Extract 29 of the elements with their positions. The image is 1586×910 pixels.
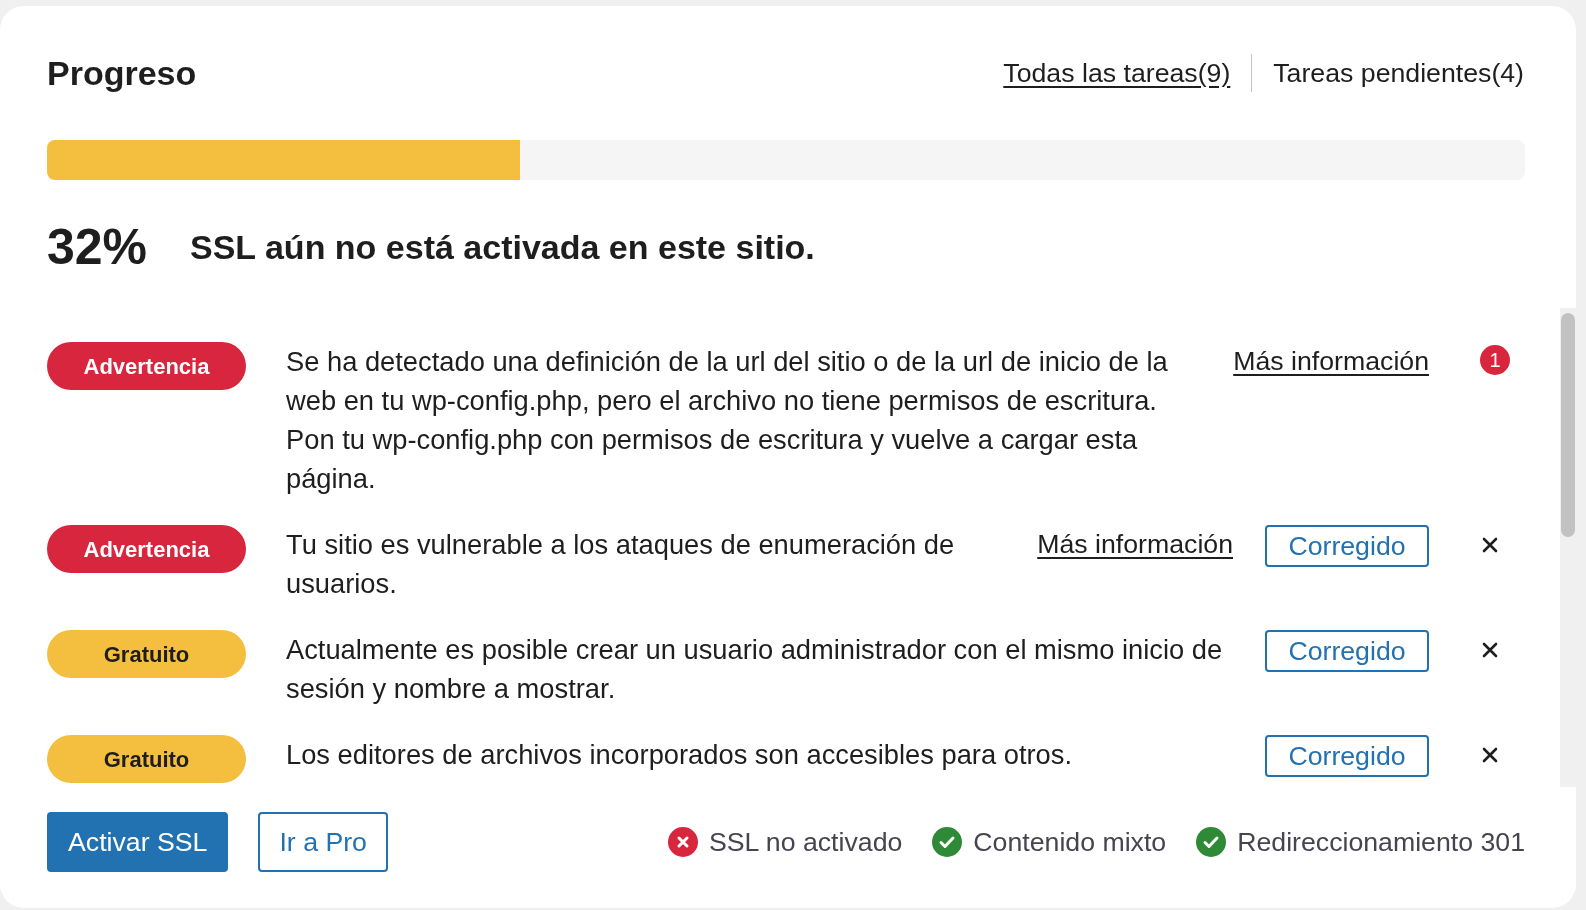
status-label: Gratuito: [47, 630, 246, 678]
task-description: Los editores de archivos incorporados son accesibles para otros.: [286, 738, 1073, 772]
card-title: Progreso: [47, 52, 197, 94]
more-info-link[interactable]: Más información: [1233, 342, 1429, 381]
status-text: Contenido mixto: [973, 825, 1167, 859]
fixed-button[interactable]: Corregido: [1265, 630, 1429, 672]
status-label: Advertencia: [47, 525, 246, 573]
status-text: Redireccionamiento 301: [1237, 825, 1525, 859]
task-filter-tab[interactable]: Todas las tareas(9): [1003, 52, 1231, 93]
status-text: SSL no activado: [708, 825, 903, 859]
scrollbar-thumb[interactable]: [1561, 313, 1575, 537]
task-description: Tu sitio es vulnerable a los ataques de enumeración de usuarios.: [286, 528, 956, 601]
task-filter-tab[interactable]: Tareas pendientes(4): [1273, 52, 1524, 93]
task-description: Se ha detectado una definición de la url del sitio o de la url de inicio de la web en tu wp-config.php, pero el archivo no tiene permisos de escritura. Pon tu wp-config.php con permisos de escritura y vuelve a cargar esta página.: [286, 345, 1169, 496]
status-label: Advertencia: [47, 342, 246, 390]
more-info-link[interactable]: Más información: [1037, 525, 1233, 564]
status-label: Gratuito: [47, 735, 246, 783]
fixed-button[interactable]: Corregido: [1265, 525, 1429, 567]
upgrade-button[interactable]: Ir a Pro: [258, 812, 388, 872]
activate-ssl-button[interactable]: Activar SSL: [47, 812, 229, 872]
progress-message: SSL aún no está activada en este sitio.: [190, 226, 815, 268]
scrollbar[interactable]: [1560, 308, 1576, 787]
close-icon[interactable]: [1482, 641, 1498, 658]
progress-percent: 32%: [47, 217, 149, 277]
close-icon[interactable]: [1482, 746, 1498, 763]
notification-count: 1: [1480, 344, 1510, 375]
close-icon[interactable]: [1482, 536, 1498, 553]
fixed-button[interactable]: Corregido: [1265, 735, 1429, 777]
task-description: Actualmente es posible crear un usuario administrador con el mismo inicio de sesión y nombre a mostrar.: [286, 633, 1224, 706]
